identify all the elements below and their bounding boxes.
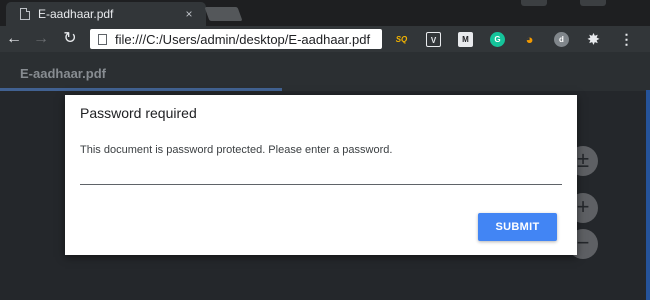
- browser-tab[interactable]: E-aadhaar.pdf ×: [6, 2, 206, 26]
- tab-strip: E-aadhaar.pdf ×: [0, 0, 650, 26]
- dialog-message: This document is password protected. Ple…: [80, 144, 393, 156]
- menu-icon[interactable]: ⋮: [619, 32, 634, 47]
- window-control-button[interactable]: [580, 0, 606, 6]
- password-input[interactable]: [80, 167, 562, 185]
- orange-extension-icon[interactable]: ◕: [522, 32, 537, 47]
- settings-icon[interactable]: ✸: [586, 32, 601, 47]
- document-icon: [20, 8, 30, 20]
- reload-icon[interactable]: ↻: [60, 29, 80, 49]
- dialog-title: Password required: [80, 105, 197, 121]
- address-text: file:///C:/Users/admin/desktop/E-aadhaar…: [115, 31, 371, 47]
- window-control-button[interactable]: [521, 0, 547, 6]
- sq-extension-icon[interactable]: SQ: [394, 32, 409, 47]
- grey-extension-icon[interactable]: d: [554, 32, 569, 47]
- address-bar[interactable]: file:///C:/Users/admin/desktop/E-aadhaar…: [90, 29, 382, 49]
- browser-toolbar: ← → ↻ file:///C:/Users/admin/desktop/E-a…: [0, 26, 650, 52]
- new-tab-button[interactable]: [204, 7, 243, 21]
- m-extension-icon[interactable]: M: [458, 32, 473, 47]
- grammarly-extension-icon[interactable]: G: [490, 32, 505, 47]
- page-icon: [98, 33, 107, 45]
- shield-extension-icon[interactable]: V: [426, 32, 441, 47]
- forward-arrow-icon[interactable]: →: [31, 29, 51, 49]
- tab-title: E-aadhaar.pdf: [38, 7, 114, 21]
- back-arrow-icon[interactable]: ←: [4, 29, 24, 49]
- submit-button[interactable]: SUBMIT: [478, 213, 557, 241]
- close-tab-icon[interactable]: ×: [180, 5, 198, 23]
- password-dialog: Password required This document is passw…: [65, 95, 577, 255]
